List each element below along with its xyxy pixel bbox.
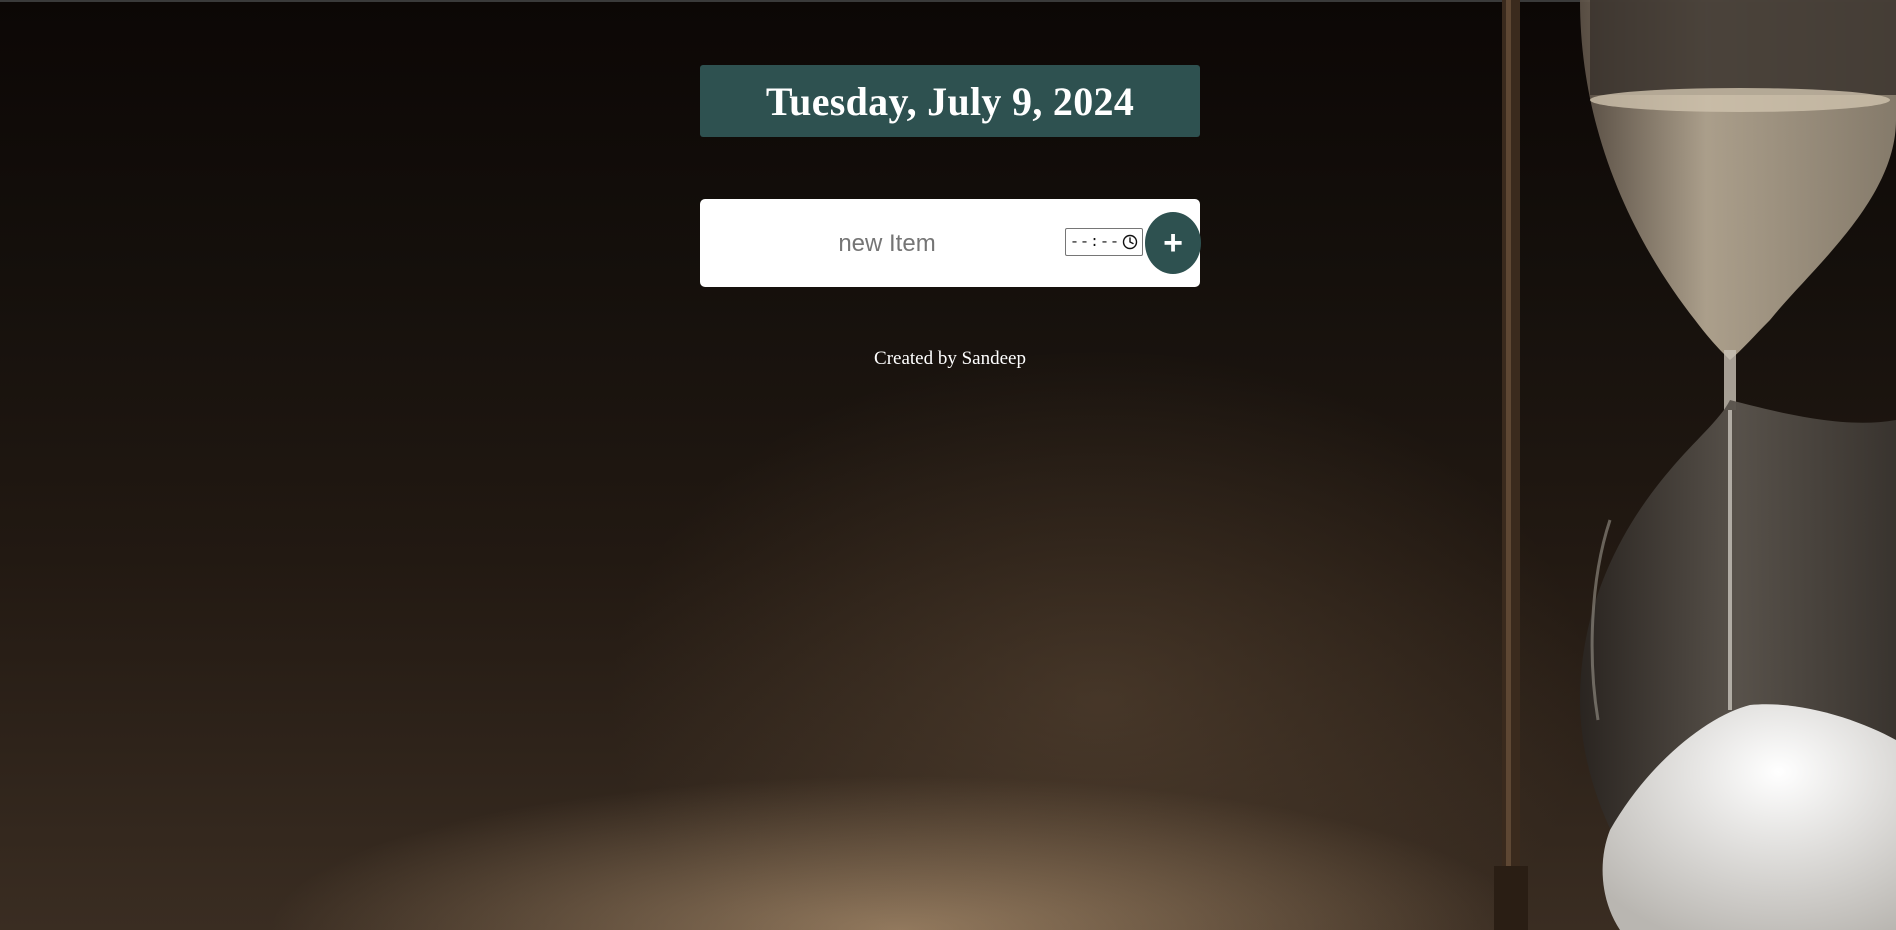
creator-credit: Created by Sandeep (874, 348, 1026, 369)
hourglass-background-image (1494, 0, 1896, 930)
date-header: Tuesday, July 9, 2024 (700, 65, 1200, 137)
clock-icon[interactable] (1122, 234, 1138, 250)
new-item-form: --:-- + (700, 199, 1201, 287)
new-item-input[interactable] (720, 221, 1054, 267)
time-value: --:-- (1070, 233, 1121, 251)
time-input[interactable]: --:-- (1065, 228, 1143, 256)
plus-icon: + (1163, 224, 1183, 262)
add-item-button[interactable]: + (1145, 212, 1201, 274)
date-title: Tuesday, July 9, 2024 (765, 78, 1135, 124)
